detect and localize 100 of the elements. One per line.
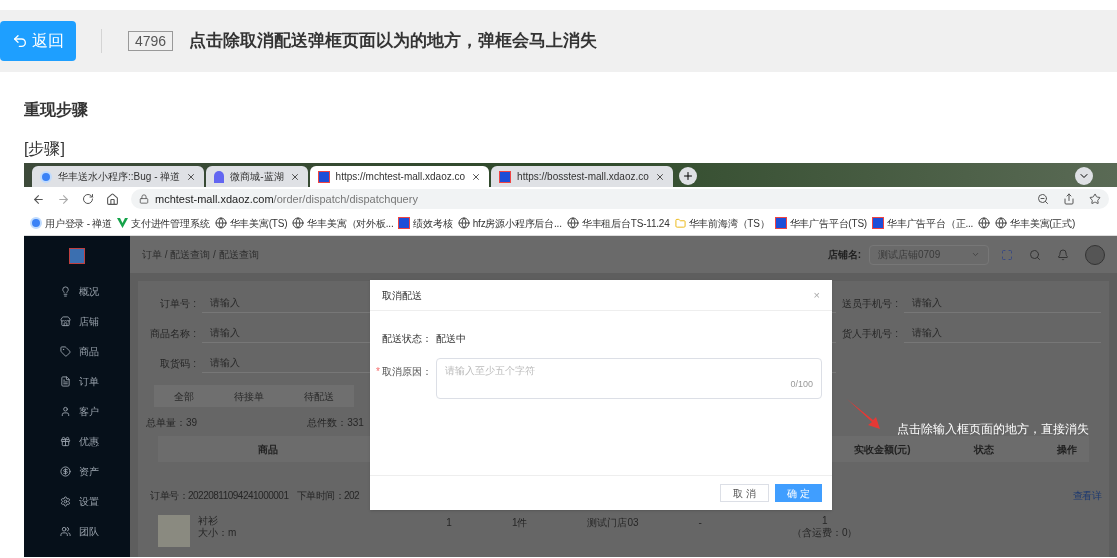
table-cell-text: 1 [446, 516, 452, 530]
table-cell-text: - [698, 516, 702, 530]
globe-icon [457, 217, 470, 229]
close-icon[interactable] [289, 171, 300, 182]
bookmark[interactable]: 华丰美寓(TS) [214, 215, 288, 231]
browser-tab[interactable]: https://mchtest-mall.xdaoz.co [309, 166, 490, 187]
reload-icon[interactable] [82, 193, 94, 205]
column-header: 状态 [973, 442, 994, 457]
back-icon[interactable] [32, 192, 45, 206]
tab-title: 华丰送水小程序::Bug - 禅道 [58, 170, 181, 184]
menu-label: 商品 [79, 344, 99, 359]
globe-icon [214, 217, 227, 229]
menu-icon [60, 405, 71, 417]
return-icon [12, 33, 28, 49]
browser-tab[interactable]: 华丰送水小程序::Bug - 禅道 [32, 166, 205, 187]
globe-icon [292, 217, 305, 229]
plus-icon [681, 170, 694, 182]
steps-label: [步骤] [24, 139, 65, 159]
sidebar-item[interactable]: 商品 [24, 336, 130, 366]
bookmark[interactable] [978, 217, 991, 229]
filter-label: 取货码 : [159, 356, 196, 371]
sidebar-item[interactable]: 团队 [24, 516, 130, 546]
bookmark[interactable]: 华丰广告平台（正... [872, 215, 974, 231]
menu-icon [60, 465, 71, 477]
menu-icon [60, 435, 71, 447]
browser-tab[interactable]: 微商城-蓝湖 [206, 166, 308, 187]
sidebar-item[interactable]: 客户 [24, 396, 130, 426]
char-counter: 0/100 [790, 378, 813, 391]
menu-label: 资产 [79, 464, 99, 479]
app-logo-icon [69, 248, 85, 264]
chevron-down-icon [971, 250, 980, 259]
product-name: 衬衫 [198, 515, 219, 527]
column-header: 操作 [1057, 442, 1077, 457]
bookmark[interactable]: 绩效考核 [398, 215, 453, 231]
menu-label: 设置 [79, 494, 99, 509]
cancel-button[interactable]: 取 消 [720, 484, 770, 502]
amount-value: 1 [821, 515, 828, 527]
menu-label: 概况 [79, 284, 99, 299]
bookmark[interactable]: 华丰美寓(正式) [995, 215, 1076, 231]
tab-title: https://bosstest-mall.xdaoz.co [517, 170, 649, 184]
lock-icon [139, 194, 149, 204]
home-icon[interactable] [106, 192, 119, 206]
globe-icon [978, 217, 991, 229]
menu-label: 客户 [79, 404, 99, 419]
menu-label: 优惠 [79, 434, 99, 449]
tab-title: https://mchtest-mall.xdaoz.co [335, 170, 466, 184]
app-logo-icon [872, 217, 884, 229]
app-logo-icon [499, 170, 512, 183]
section-heading: 重现步骤 [24, 100, 88, 120]
close-icon[interactable] [654, 171, 665, 182]
field-label: 取消原因： [382, 365, 432, 379]
globe-icon [566, 217, 579, 229]
star-icon[interactable] [1089, 193, 1101, 205]
bookmark[interactable]: hfz房源小程序后台... [457, 215, 562, 231]
sidebar-item[interactable]: 概况 [24, 276, 130, 306]
required-mark: * [376, 365, 380, 379]
browser-tab[interactable]: https://bosstest-mall.xdaoz.co [491, 166, 673, 187]
app-logo-icon [774, 217, 787, 229]
column-header: 商品 [258, 442, 278, 457]
sidebar-item[interactable]: 资产 [24, 456, 130, 486]
field-label: 配送状态： [381, 332, 432, 346]
product-photo-placeholder [158, 515, 190, 547]
bookmark[interactable]: 华丰前海湾（TS） [674, 215, 770, 231]
bookmark[interactable]: 华丰租后台TS-11.24 [566, 215, 670, 231]
menu-icon [60, 495, 71, 507]
folder-icon [674, 217, 686, 229]
bookmark[interactable]: 支付进件管理系统 [117, 215, 210, 231]
menu-icon [60, 525, 71, 537]
address-bar[interactable]: mchtest-mall.xdaoz.com/order/dispatch/dispatchquery [131, 189, 1109, 209]
status-value: 配送中 [436, 332, 466, 346]
sidebar-item[interactable]: 优惠 [24, 426, 130, 456]
bookmark[interactable]: 用户登录 - 禅道 [30, 215, 113, 231]
menu-icon [60, 285, 71, 297]
share-icon[interactable] [1063, 193, 1075, 205]
sidebar-item[interactable]: 订单 [24, 366, 130, 396]
url-path: /order/dispatch/dispatchquery [273, 191, 418, 207]
bookmark[interactable]: 华丰美寓（对外板... [292, 215, 394, 231]
bookmark[interactable]: 华丰广告平台(TS) [774, 215, 867, 231]
menu-icon [60, 345, 71, 357]
globe-icon [995, 217, 1008, 229]
close-icon[interactable] [471, 171, 482, 182]
menu-label: 团队 [79, 524, 99, 539]
zoom-out-icon[interactable] [1037, 193, 1049, 205]
issue-id: 4796 [128, 31, 174, 51]
tab-title: 微商城-蓝湖 [230, 170, 284, 184]
v-logo-icon [117, 218, 129, 228]
menu-label: 店铺 [79, 314, 99, 329]
url-host: mchtest-mall.xdaoz.com [155, 191, 274, 207]
app-logo-icon [398, 217, 411, 229]
menu-icon [60, 315, 71, 327]
app-logo-icon [317, 170, 330, 183]
annotation-text: 点击除输入框页面的地方，直接消失 [897, 421, 1089, 438]
issue-title: 点击除取消配送弹框页面以为的地方，弹框会马上消失 [189, 30, 598, 53]
table-cell-text: 1件 [511, 516, 528, 530]
sidebar-item[interactable]: 店铺 [24, 306, 130, 336]
tab-list-button[interactable] [1075, 167, 1093, 185]
sidebar-item[interactable]: 设置 [24, 486, 130, 516]
close-icon[interactable] [186, 171, 197, 182]
dialog-title: 取消配送 [382, 288, 422, 303]
new-tab-button[interactable] [678, 167, 697, 185]
